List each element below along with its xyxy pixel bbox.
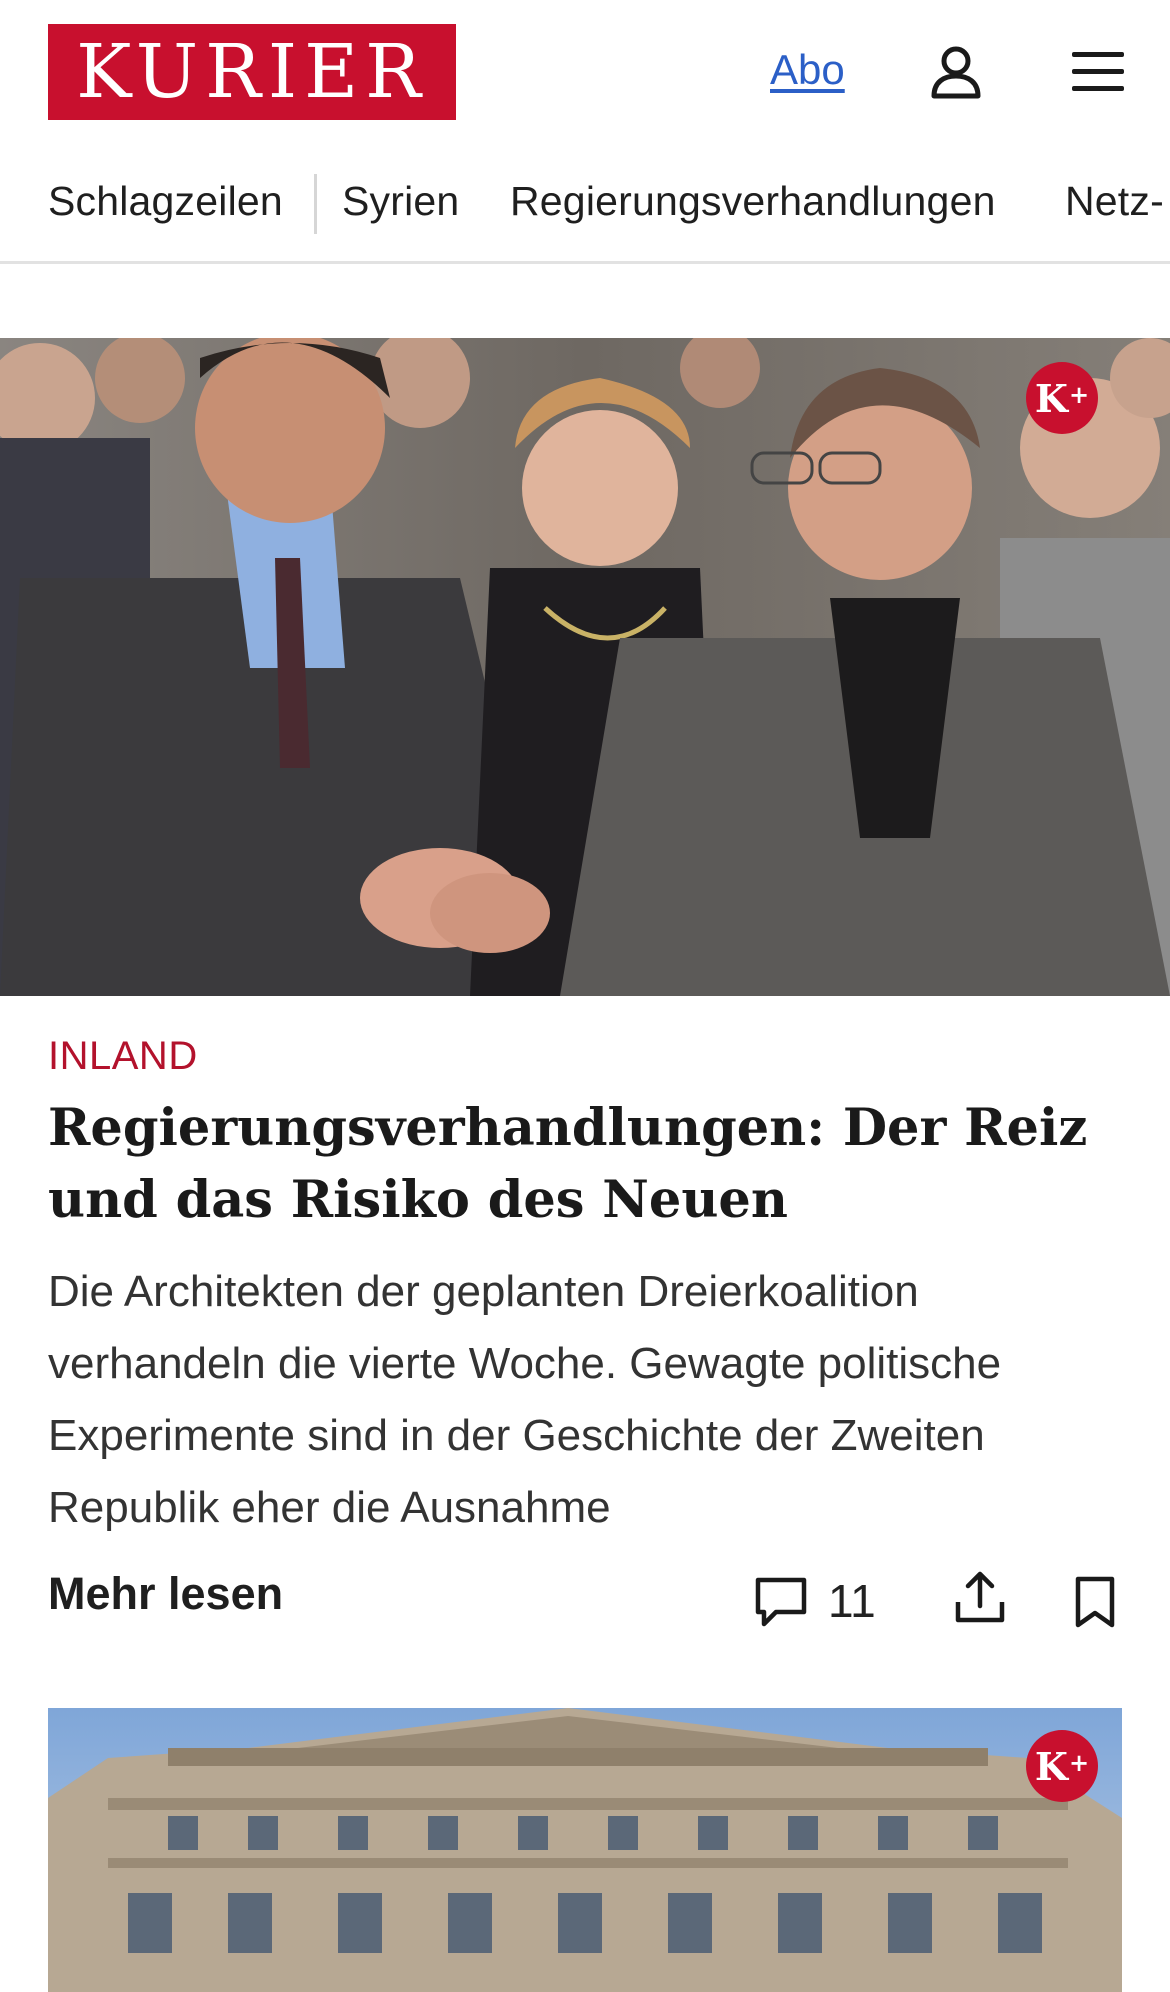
handshake-photo (0, 338, 1170, 996)
building-photo (48, 1708, 1122, 1992)
nav-item-schlagzeilen[interactable]: Schlagzeilen (48, 178, 283, 225)
nav-item-syrien[interactable]: Syrien (342, 178, 459, 225)
article-hero-image[interactable]: K + (0, 338, 1170, 996)
next-article-image[interactable]: K + (48, 1708, 1122, 1992)
read-more-link[interactable]: Mehr lesen (48, 1568, 283, 1620)
nav-divider (314, 174, 317, 234)
user-icon[interactable] (928, 44, 984, 100)
kplus-badge: K + (1026, 362, 1098, 434)
abo-link[interactable]: Abo (770, 46, 845, 94)
share-icon[interactable] (954, 1570, 1006, 1624)
bookmark-icon[interactable] (1074, 1576, 1116, 1628)
hamburger-menu-icon[interactable] (1070, 48, 1126, 96)
article-headline[interactable]: Regierungsverhandlungen: Der Reiz und da… (48, 1092, 1128, 1236)
comment-icon[interactable] (754, 1574, 808, 1628)
site-header: KURIER Abo (0, 0, 1170, 150)
kurier-logo[interactable]: KURIER (48, 24, 456, 120)
article-category[interactable]: INLAND (48, 1034, 198, 1079)
kplus-badge-2: K + (1026, 1730, 1098, 1802)
article-teaser: Die Architekten der geplanten Dreierkoal… (48, 1267, 1002, 1532)
nav-item-regierungsverhandlungen[interactable]: Regierungsverhandlungen (510, 178, 996, 225)
logo-text: KURIER (76, 29, 428, 115)
nav-item-netz[interactable]: Netz- (1065, 178, 1164, 225)
topic-navigation: Schlagzeilen Syrien Regierungsverhandlun… (0, 160, 1170, 264)
comment-count[interactable]: 11 (828, 1574, 876, 1628)
